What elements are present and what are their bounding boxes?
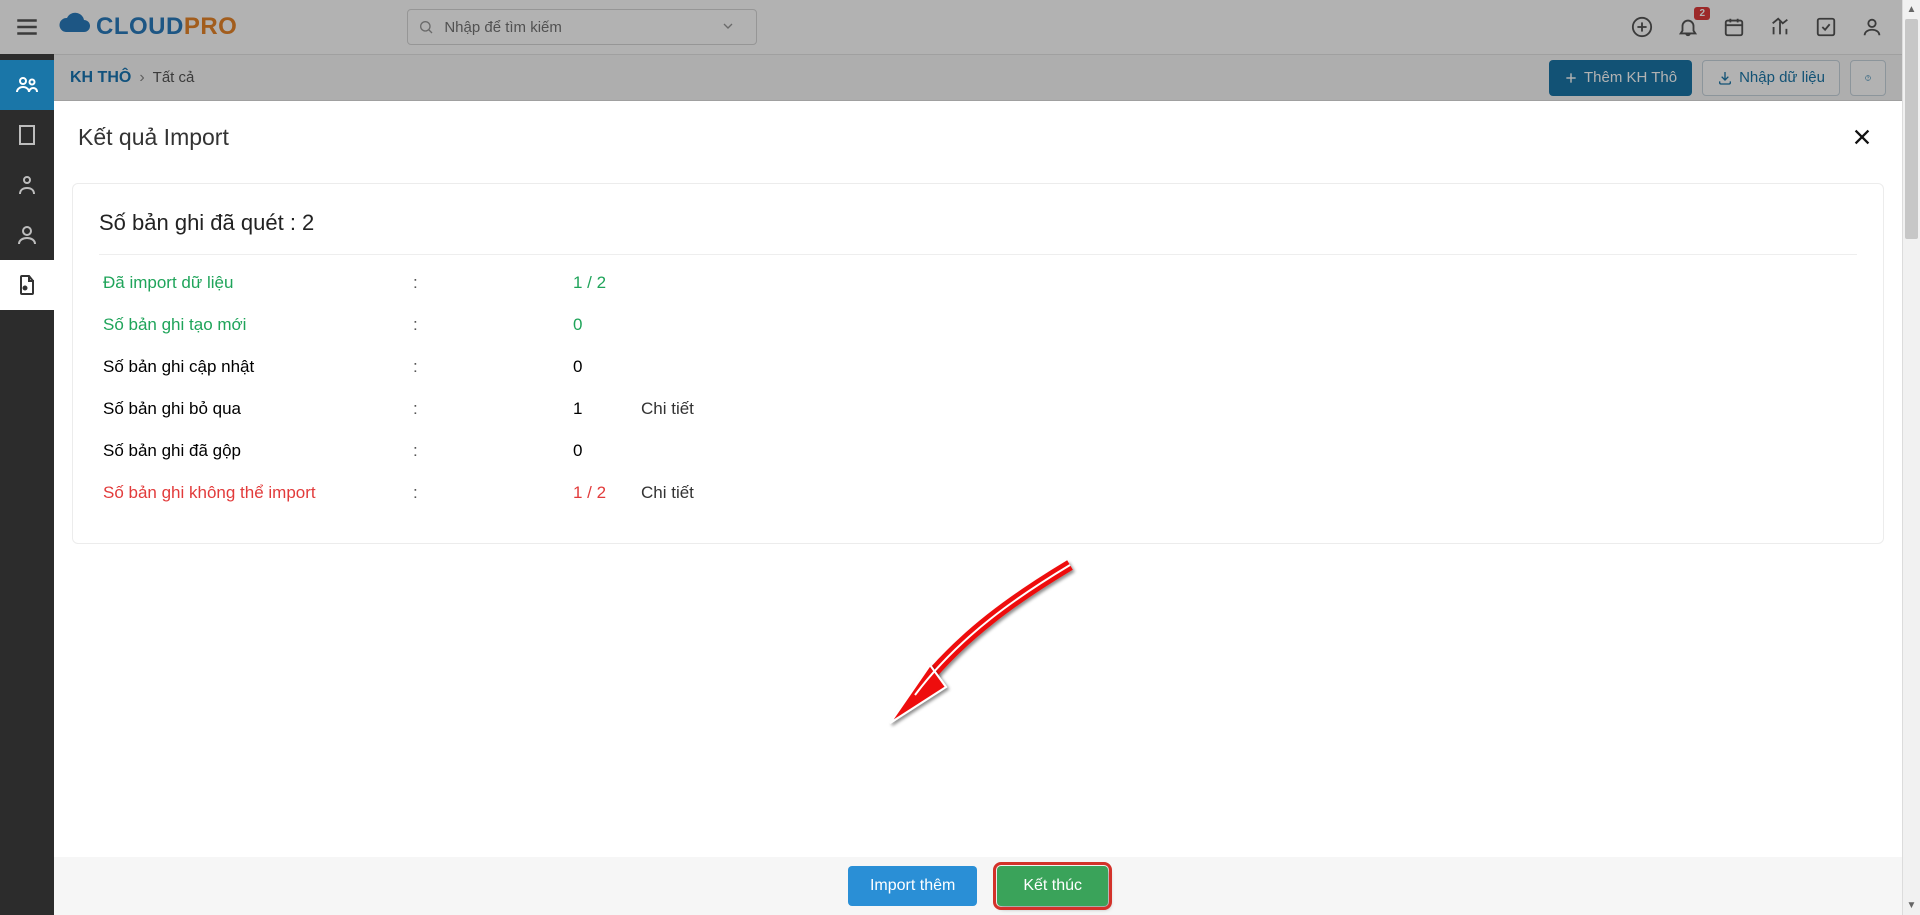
cloud-icon [58,10,92,44]
logo-text-accent: PRO [184,13,238,41]
logo: CLOUDPRO [58,10,237,44]
detail-link[interactable]: Chi tiết [641,483,694,503]
search-icon [418,19,434,35]
profile-button[interactable] [1860,15,1884,39]
scroll-thumb[interactable] [1905,19,1918,239]
help-button[interactable] [1850,60,1886,96]
chevron-right-icon: › [139,69,144,87]
sub-header: KH THÔ › Tất cả Thêm KH Thô Nhập dữ liệu [54,54,1902,101]
row-skipped: Số bản ghi bỏ qua : 1 Chi tiết [103,399,1857,419]
search-input[interactable] [444,19,720,36]
sidebar-item-user[interactable] [0,210,54,260]
row-label: Số bản ghi bỏ qua [103,399,413,419]
logo-text-main: CLOUD [96,13,184,41]
import-more-button[interactable]: Import thêm [848,866,977,906]
notifications-button[interactable]: 2 [1676,15,1700,39]
header-actions: 2 [1630,15,1902,39]
breadcrumb: KH THÔ › Tất cả [70,69,194,87]
scroll-up-icon[interactable]: ▲ [1907,0,1917,19]
import-result-modal: Kết quả Import Số bản ghi đã quét : 2 Đã… [54,101,1902,915]
add-kh-tho-button[interactable]: Thêm KH Thô [1549,60,1692,96]
close-button[interactable] [1846,121,1878,153]
row-label: Số bản ghi tạo mới [103,315,413,335]
analytics-button[interactable] [1768,15,1792,39]
row-label: Số bản ghi đã gộp [103,441,413,461]
row-failed: Số bản ghi không thể import : 1 / 2 Chi … [103,483,1857,503]
sidebar-item-contacts[interactable] [0,160,54,210]
browser-scrollbar[interactable]: ▲ ▼ [1902,0,1920,915]
row-value: 1 [573,399,633,419]
row-updated: Số bản ghi cập nhật : 0 [103,357,1857,377]
import-data-button[interactable]: Nhập dữ liệu [1702,60,1840,96]
row-label: Đã import dữ liệu [103,273,413,293]
notif-badge: 2 [1694,7,1710,20]
row-created: Số bản ghi tạo mới : 0 [103,315,1857,335]
row-value: 1 / 2 [573,483,633,503]
row-value: 0 [573,357,633,377]
row-merged: Số bản ghi đã gộp : 0 [103,441,1857,461]
row-label: Số bản ghi cập nhật [103,357,413,377]
row-imported: Đã import dữ liệu : 1 / 2 [103,273,1857,293]
scroll-down-icon[interactable]: ▼ [1907,896,1917,915]
calendar-button[interactable] [1722,15,1746,39]
detail-link[interactable]: Chi tiết [641,399,694,419]
import-button-label: Nhập dữ liệu [1739,69,1825,86]
modal-title: Kết quả Import [78,124,229,151]
scanned-records-heading: Số bản ghi đã quét : 2 [99,210,1857,255]
modal-footer: Import thêm Kết thúc [54,857,1902,915]
app-header: CLOUDPRO 2 [0,0,1902,54]
finish-button[interactable]: Kết thúc [997,866,1108,906]
plus-icon [1564,71,1578,85]
add-button-label: Thêm KH Thô [1584,69,1677,86]
row-value: 0 [573,315,633,335]
result-card: Số bản ghi đã quét : 2 Đã import dữ liệu… [72,183,1884,544]
add-button[interactable] [1630,15,1654,39]
sidebar-item-documents[interactable] [0,260,54,310]
download-icon [1717,70,1733,86]
hamburger-menu-button[interactable] [0,0,54,54]
global-search[interactable] [407,9,757,45]
help-icon [1865,69,1871,87]
left-sidebar [0,54,54,915]
breadcrumb-current: Tất cả [153,69,195,86]
close-icon [1851,126,1873,148]
row-label: Số bản ghi không thể import [103,483,413,503]
chevron-down-icon[interactable] [720,18,746,37]
row-value: 1 / 2 [573,273,633,293]
row-value: 0 [573,441,633,461]
sidebar-item-customers[interactable] [0,60,54,110]
breadcrumb-root[interactable]: KH THÔ [70,69,131,87]
sidebar-item-buildings[interactable] [0,110,54,160]
tasks-button[interactable] [1814,15,1838,39]
